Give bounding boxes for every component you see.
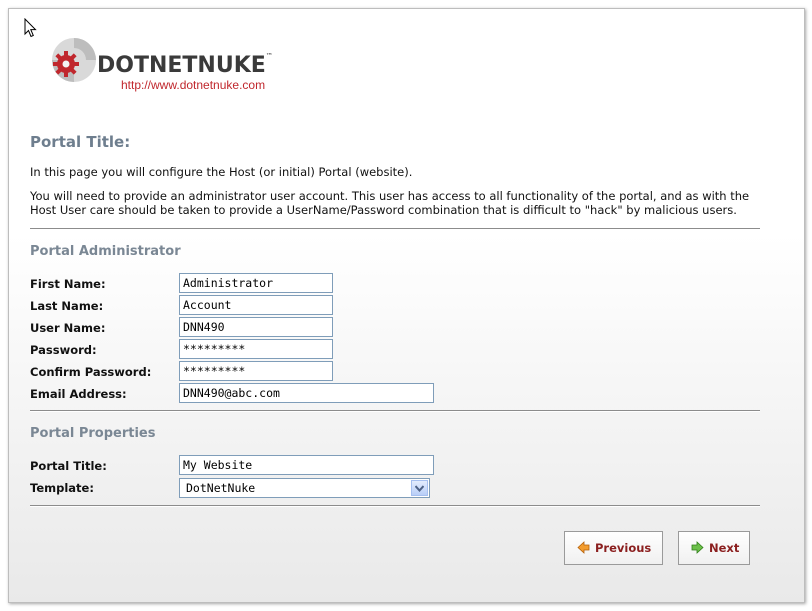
confirm-password-field[interactable]: ********* — [179, 361, 333, 381]
email-address-field[interactable]: DNN490@abc.com — [179, 383, 434, 403]
template-label: Template: — [30, 481, 94, 495]
portal-title-label: Portal Title: — [30, 459, 107, 473]
section-portal-properties: Portal Properties — [30, 426, 156, 441]
section-portal-administrator: Portal Administrator — [30, 244, 181, 259]
chevron-down-icon[interactable] — [411, 480, 428, 496]
dotnetnuke-logo-icon — [52, 38, 96, 82]
previous-label: Previous — [595, 541, 652, 555]
first-name-label: First Name: — [30, 277, 106, 291]
arrow-left-icon — [577, 541, 590, 554]
last-name-field[interactable]: Account — [179, 295, 333, 315]
user-name-field[interactable]: DNN490 — [179, 317, 333, 337]
password-field[interactable]: ********* — [179, 339, 333, 359]
logo-wordmark: DOTNETNUKE™ — [97, 51, 273, 78]
divider — [30, 228, 760, 230]
divider — [30, 505, 760, 507]
confirm-password-label: Confirm Password: — [30, 365, 152, 379]
logo-url[interactable]: http://www.dotnetnuke.com — [121, 78, 265, 92]
arrow-right-icon — [691, 541, 704, 554]
previous-button[interactable]: Previous — [564, 531, 663, 565]
email-address-label: Email Address: — [30, 387, 127, 401]
description-text: You will need to provide an administrato… — [30, 189, 750, 217]
mouse-cursor-icon — [24, 18, 37, 38]
portal-title-field[interactable]: My Website — [179, 455, 434, 475]
next-button[interactable]: Next — [678, 531, 750, 565]
first-name-field[interactable]: Administrator — [179, 273, 333, 293]
installer-window — [8, 8, 805, 603]
last-name-label: Last Name: — [30, 299, 104, 313]
template-selected-value: DotNetNuke — [186, 481, 256, 495]
password-label: Password: — [30, 343, 97, 357]
next-label: Next — [709, 541, 740, 555]
template-select[interactable]: DotNetNuke — [179, 478, 430, 498]
page-title: Portal Title: — [30, 133, 131, 151]
intro-text: In this page you will configure the Host… — [30, 165, 413, 179]
user-name-label: User Name: — [30, 321, 106, 335]
divider — [30, 410, 760, 412]
